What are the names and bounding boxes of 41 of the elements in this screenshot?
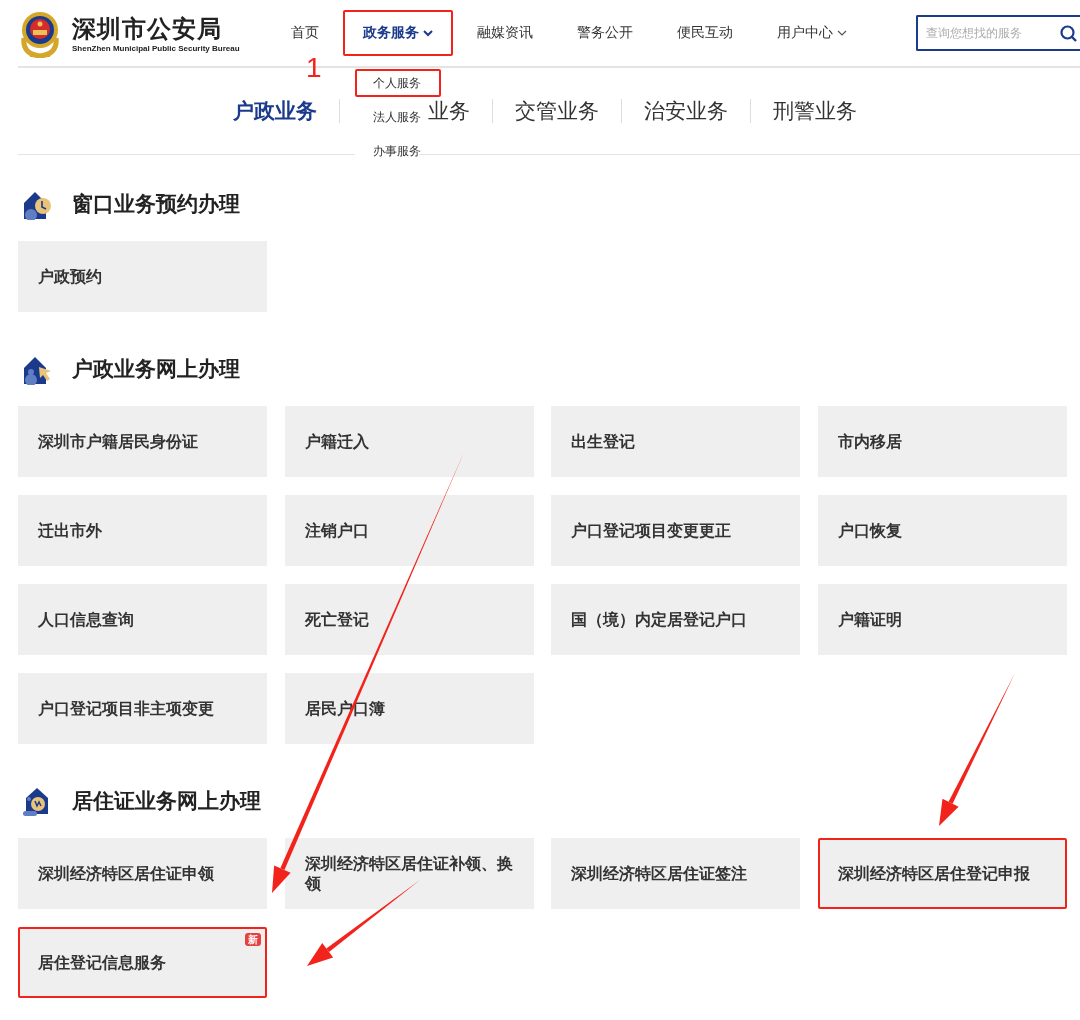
category-tab[interactable]: 交管业务 <box>493 97 621 125</box>
site-subtitle: ShenZhen Municipal Public Security Bureau <box>72 43 240 53</box>
service-card[interactable]: 户口登记项目非主项变更 <box>18 673 267 744</box>
service-card[interactable]: 深圳经济特区居住登记申报 <box>817 838 1067 909</box>
nav-item[interactable]: 融媒资讯 <box>457 10 553 56</box>
service-card[interactable]: 深圳经济特区居住证签注 <box>551 838 800 909</box>
search-icon <box>1060 25 1077 42</box>
menu-item[interactable]: 个人服务 <box>355 69 441 97</box>
service-card[interactable]: 深圳市户籍居民身份证 <box>18 406 267 477</box>
service-card[interactable]: 迁出市外 <box>18 495 267 566</box>
category-tab[interactable]: 业务 <box>428 97 492 125</box>
menu-item[interactable]: 办事服务 <box>355 137 421 165</box>
service-card[interactable]: 户口登记项目变更更正 <box>551 495 800 566</box>
service-card[interactable]: 居住登记信息服务 新 <box>18 927 267 998</box>
category-tab[interactable]: 刑警业务 <box>751 97 879 125</box>
service-card[interactable]: 户政预约 <box>18 241 267 312</box>
category-tab[interactable]: 治安业务 <box>622 97 750 125</box>
new-badge: 新 <box>245 933 261 946</box>
service-card[interactable]: 户籍证明 <box>817 584 1067 655</box>
service-card[interactable]: 户籍迁入 <box>284 406 534 477</box>
service-card[interactable]: 深圳经济特区居住证补领、换领 <box>284 838 534 909</box>
nav-item[interactable]: 用户中心 <box>757 10 867 56</box>
service-card[interactable]: 出生登记 <box>551 406 800 477</box>
category-tab[interactable]: 户政业务 <box>211 97 339 125</box>
section-title: 窗口业务预约办理 <box>72 191 240 217</box>
service-card[interactable]: 注销户口 <box>284 495 534 566</box>
service-card[interactable]: 户口恢复 <box>817 495 1067 566</box>
nav-item[interactable]: 警务公开 <box>557 10 653 56</box>
service-card[interactable]: 国（境）内定居登记户口 <box>551 584 800 655</box>
site-title: 深圳市公安局 <box>72 13 223 44</box>
service-card[interactable]: 死亡登记 <box>284 584 534 655</box>
service-card[interactable]: 深圳经济特区居住证申领 <box>18 838 267 909</box>
nav-item[interactable]: 便民互动 <box>657 10 753 56</box>
nav-item[interactable]: 政务服务 <box>343 10 453 56</box>
service-card[interactable]: 居民户口簿 <box>284 673 534 744</box>
service-card[interactable]: 市内移居 <box>817 406 1067 477</box>
section-title: 户政业务网上办理 <box>72 356 240 382</box>
section-title: 居住证业务网上办理 <box>72 788 261 814</box>
menu-item[interactable]: 法人服务 <box>355 103 421 131</box>
search-field[interactable]: 查询您想找的服务 <box>916 15 1080 51</box>
service-card[interactable]: 人口信息查询 <box>18 584 267 655</box>
